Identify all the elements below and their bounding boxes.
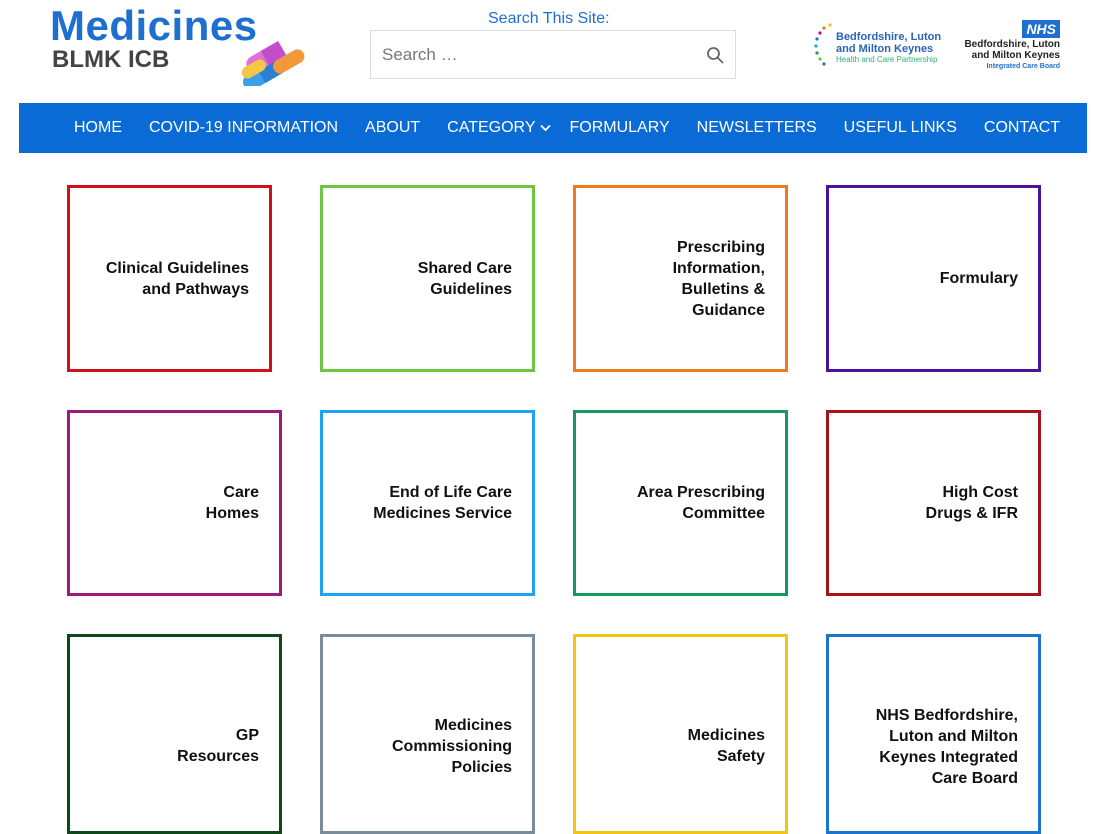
tile-gp-resources[interactable]: GP Resources [67, 634, 282, 834]
tile-label: GP Resources [177, 727, 259, 765]
tile-medicines-safety[interactable]: Medicines Safety [573, 634, 788, 834]
search-box [370, 30, 736, 79]
nav-covid-19-information[interactable]: COVID-19 INFORMATION [149, 119, 338, 137]
nav-label: HOME [74, 119, 122, 136]
nav-contact[interactable]: CONTACT [984, 119, 1060, 137]
tile-area-prescribing-committee[interactable]: Area Prescribing Committee [573, 410, 788, 596]
nav-label: CONTACT [983, 119, 1061, 136]
search-icon[interactable] [706, 46, 724, 64]
partnership-line1: Bedfordshire, Luton [836, 31, 942, 43]
nav-label: NEWSLETTERS [696, 119, 817, 136]
search-input[interactable] [371, 31, 691, 78]
nhs-line3: Integrated Care Board [986, 63, 1060, 70]
tile-label: Clinical Guidelines and Pathways [105, 259, 249, 298]
search-label: Search This Site: [488, 10, 610, 27]
nav-home[interactable]: HOME [74, 119, 122, 137]
tile-label: Area Prescribing Committee [636, 484, 765, 522]
partnership-logo[interactable]: Bedfordshire, Luton and Milton Keynes He… [812, 19, 948, 73]
nav-label: ABOUT [365, 119, 421, 136]
tile-label: Medicines Safety [687, 727, 765, 765]
tile-shared-care[interactable]: Shared Care Guidelines [320, 185, 535, 372]
nav-useful-links[interactable]: USEFUL LINKS [844, 119, 957, 137]
nhs-line2: and Milton Keynes [971, 50, 1060, 61]
tile-label: End of Life Care Medicines Service [373, 484, 512, 522]
nhs-badge: NHS [1022, 20, 1060, 38]
tile-clinical-guidelines[interactable]: Clinical Guidelines and Pathways [67, 185, 272, 372]
nav-label: COVID-19 INFORMATION [149, 119, 339, 136]
tile-label: Formulary [939, 270, 1018, 287]
nav-label: CATEGORY [447, 119, 536, 136]
nhs-logo[interactable]: NHS Bedfordshire, Luton and Milton Keyne… [956, 20, 1062, 76]
tile-prescribing-information[interactable]: Prescribing Information, Bulletins & Gui… [573, 185, 788, 372]
partnership-line2: and Milton Keynes [836, 43, 934, 55]
nav-newsletters[interactable]: NEWSLETTERS [697, 119, 817, 137]
tile-nhs-blmk-icb[interactable]: NHS Bedfordshire, Luton and Milton Keyne… [826, 634, 1041, 834]
tile-label: Medicines Commissioning Policies [391, 717, 512, 776]
tile-end-of-life-care[interactable]: End of Life Care Medicines Service [320, 410, 535, 596]
site-logo[interactable]: Medicines BLMK ICB [50, 2, 305, 86]
tile-label: Prescribing Information, Bulletins & Gui… [672, 238, 765, 319]
nav-label: USEFUL LINKS [843, 119, 957, 136]
nav-formulary[interactable]: FORMULARY [569, 119, 669, 137]
tile-high-cost-drugs[interactable]: High Cost Drugs & IFR [826, 410, 1041, 596]
tile-label: Care Homes [205, 484, 259, 522]
dots-arc-icon [814, 23, 832, 66]
nav-about[interactable]: ABOUT [365, 119, 420, 137]
tile-care-homes[interactable]: Care Homes [67, 410, 282, 596]
logo-subtitle: BLMK ICB [52, 46, 170, 73]
chevron-down-icon [540, 124, 552, 132]
tile-medicines-commissioning-policies[interactable]: Medicines Commissioning Policies [320, 634, 535, 834]
logo-title: Medicines [50, 2, 258, 49]
nhs-line1: Bedfordshire, Luton [964, 39, 1060, 50]
tile-label: NHS Bedfordshire, Luton and Milton Keyne… [875, 707, 1018, 787]
tile-label: High Cost Drugs & IFR [925, 484, 1018, 522]
nav-category[interactable]: CATEGORY [447, 119, 552, 137]
tile-formulary[interactable]: Formulary [826, 185, 1041, 372]
pills-icon [241, 41, 305, 86]
main-nav: HOME COVID-19 INFORMATION ABOUT CATEGORY… [19, 103, 1087, 153]
tile-label: Shared Care Guidelines [417, 259, 512, 298]
nav-label: FORMULARY [569, 119, 670, 136]
partnership-line3: Health and Care Partnership [836, 55, 938, 64]
